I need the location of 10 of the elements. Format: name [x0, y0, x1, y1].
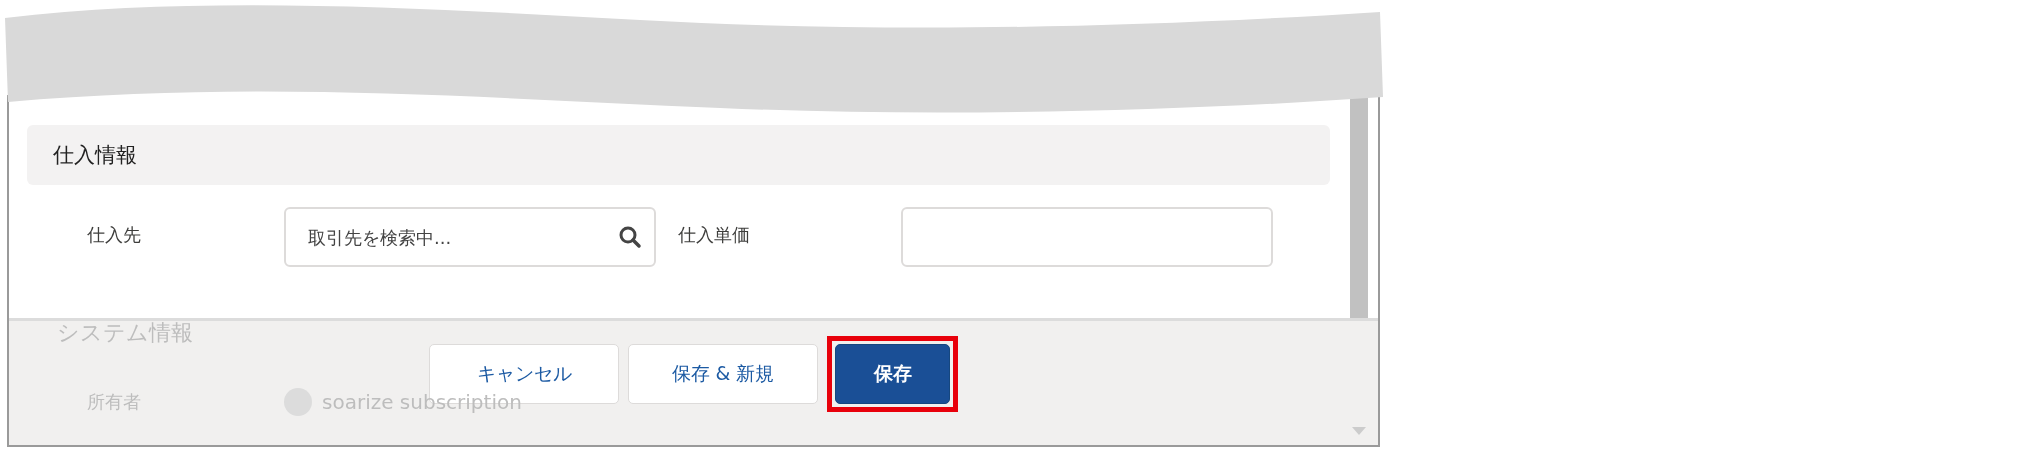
footer-button[interactable]: 保存 & 新規 [628, 344, 818, 404]
input-field[interactable] [901, 207, 1273, 267]
field-label: 仕入先 [86, 223, 141, 247]
scrollbar-thumb[interactable] [1350, 95, 1368, 318]
search-icon [618, 225, 642, 249]
section-header: 仕入情報 [27, 125, 1330, 185]
save-button[interactable]: 保存 [835, 344, 950, 404]
scroll-down-icon[interactable] [1352, 427, 1366, 435]
search-field[interactable]: 取引先を検索中... [284, 207, 656, 267]
field-label: 仕入単価 [677, 223, 750, 247]
